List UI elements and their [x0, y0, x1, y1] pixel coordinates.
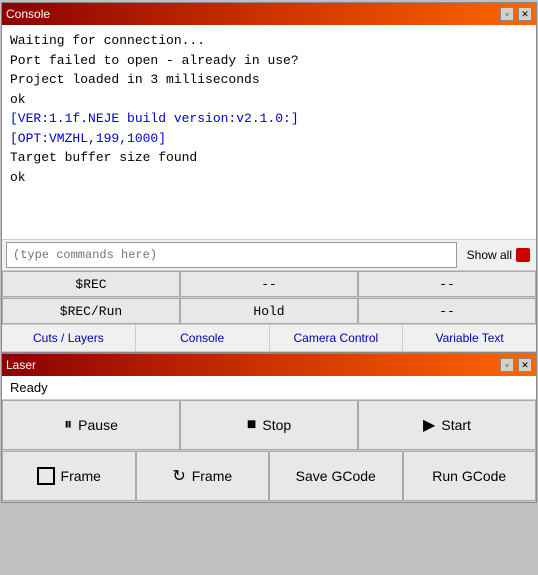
- rec-button[interactable]: $REC: [2, 271, 180, 297]
- laser-title: Laser: [6, 358, 36, 372]
- console-line: Project loaded in 3 milliseconds: [10, 70, 528, 90]
- rec-run-button[interactable]: $REC/Run: [2, 298, 180, 324]
- show-all-label: Show all: [467, 248, 512, 262]
- show-all-button[interactable]: Show all: [461, 246, 536, 264]
- console-close-btn[interactable]: ✕: [518, 7, 532, 21]
- laser-window: Laser ▫ ✕ Ready ⏸Pause■Stop▶Start Frame↻…: [1, 353, 537, 503]
- console-title-bar: Console ▫ ✕: [2, 3, 536, 25]
- row2-btn3[interactable]: --: [358, 298, 536, 324]
- frame-button[interactable]: Frame: [2, 451, 136, 501]
- console-line: Waiting for connection...: [10, 31, 528, 51]
- stop-button[interactable]: ■ Stop: [180, 400, 358, 450]
- console-line: [VER:1.1f.NEJE build version:v2.1.0:]: [10, 109, 528, 129]
- save-gcode-label: Save GCode: [296, 468, 376, 484]
- corner-frame-icon: [37, 467, 55, 485]
- tab-cuts-layers[interactable]: Cuts / Layers: [2, 325, 136, 351]
- console-button-row-1: $REC -- --: [2, 271, 536, 298]
- console-window-controls: ▫ ✕: [500, 7, 532, 21]
- frame-label: Frame: [192, 468, 232, 484]
- frame-label: Frame: [61, 468, 101, 484]
- console-line: ok: [10, 168, 528, 188]
- row1-btn2[interactable]: --: [180, 271, 358, 297]
- laser-restore-btn[interactable]: ▫: [500, 358, 514, 372]
- console-output: Waiting for connection...Port failed to …: [2, 25, 536, 240]
- tab-row: Cuts / LayersConsoleCamera ControlVariab…: [2, 325, 536, 352]
- stop-icon: ■: [247, 416, 257, 434]
- laser-button-row-1: ⏸ Pause ■ Stop ▶ Start: [2, 400, 536, 451]
- console-line: [OPT:VMZHL,199,1000]: [10, 129, 528, 149]
- tab-camera-control[interactable]: Camera Control: [270, 325, 404, 351]
- start-icon: ▶: [423, 415, 435, 435]
- laser-window-controls: ▫ ✕: [500, 358, 532, 372]
- console-line: Port failed to open - already in use?: [10, 51, 528, 71]
- tab-variable-text[interactable]: Variable Text: [403, 325, 536, 351]
- pause-button[interactable]: ⏸ Pause: [2, 400, 180, 450]
- laser-status: Ready: [2, 376, 536, 400]
- console-input-row: Show all: [2, 240, 536, 271]
- console-restore-btn[interactable]: ▫: [500, 7, 514, 21]
- console-line: ok: [10, 90, 528, 110]
- console-input[interactable]: [6, 242, 457, 268]
- console-window: Console ▫ ✕ Waiting for connection...Por…: [1, 2, 537, 353]
- rotate-frame-icon: ↻: [172, 466, 185, 486]
- run-gcode-button[interactable]: Run GCode: [403, 451, 537, 501]
- run-gcode-label: Run GCode: [432, 468, 506, 484]
- hold-button[interactable]: Hold: [180, 298, 358, 324]
- show-all-indicator: [516, 248, 530, 262]
- console-title: Console: [6, 7, 50, 21]
- pause-icon: ⏸: [64, 416, 72, 434]
- stop-label: Stop: [262, 417, 291, 433]
- laser-close-btn[interactable]: ✕: [518, 358, 532, 372]
- tab-console[interactable]: Console: [136, 325, 270, 351]
- pause-label: Pause: [78, 417, 118, 433]
- start-label: Start: [441, 417, 471, 433]
- console-line: Target buffer size found: [10, 148, 528, 168]
- laser-button-row-2: Frame ↻ Frame Save GCode Run GCode: [2, 451, 536, 502]
- save-gcode-button[interactable]: Save GCode: [269, 451, 403, 501]
- row1-btn3[interactable]: --: [358, 271, 536, 297]
- frame-button[interactable]: ↻ Frame: [136, 451, 270, 501]
- start-button[interactable]: ▶ Start: [358, 400, 536, 450]
- console-button-row-2: $REC/Run Hold --: [2, 298, 536, 325]
- laser-title-bar: Laser ▫ ✕: [2, 354, 536, 376]
